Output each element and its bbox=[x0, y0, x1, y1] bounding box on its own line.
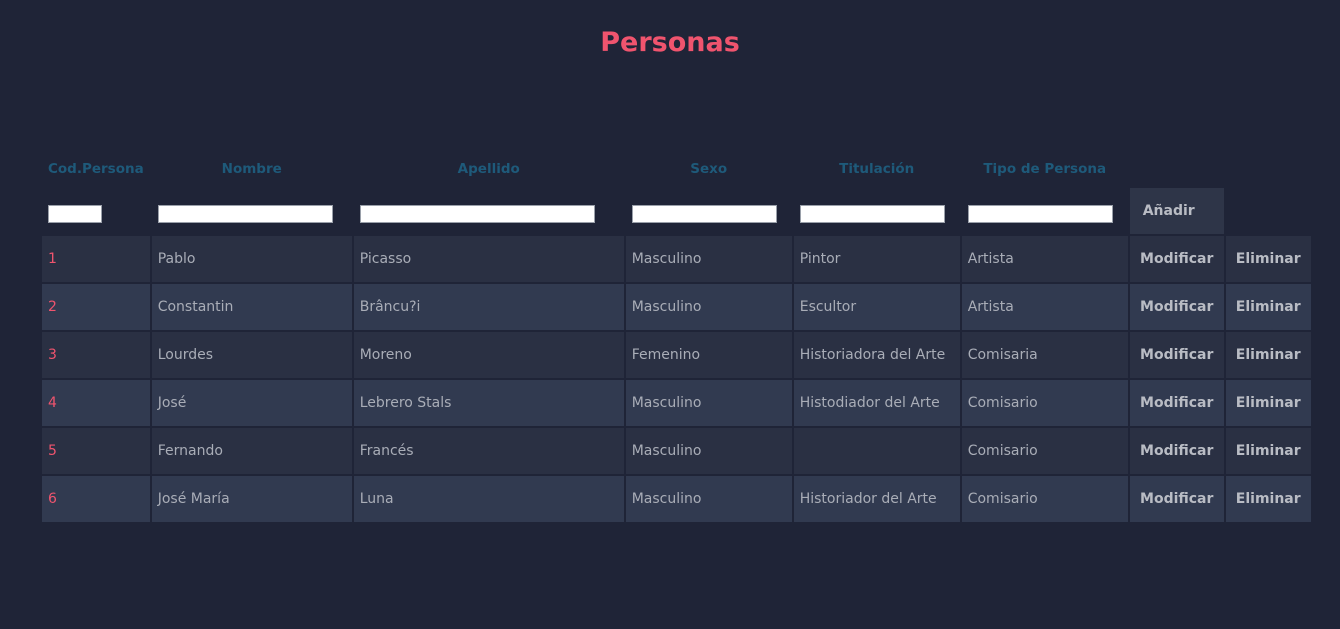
cell-sexo: Femenino bbox=[625, 332, 792, 378]
cell-sexo: Masculino bbox=[625, 428, 792, 474]
apellido-input-cell bbox=[354, 188, 624, 234]
cell-apellido: Moreno bbox=[353, 332, 624, 378]
cell-nombre: Pablo bbox=[151, 236, 352, 282]
nombre-input[interactable] bbox=[157, 205, 333, 223]
modify-button[interactable]: Modificar bbox=[1129, 428, 1224, 474]
cell-tipo: Comisario bbox=[961, 428, 1128, 474]
cell-apellido: Luna bbox=[353, 476, 624, 522]
cell-titulacion: Historiadora del Arte bbox=[793, 332, 960, 378]
cell-tipo: Comisario bbox=[961, 476, 1128, 522]
cell-cod: 1 bbox=[42, 236, 150, 282]
cell-tipo: Artista bbox=[961, 236, 1128, 282]
cell-titulacion bbox=[793, 428, 960, 474]
modify-button[interactable]: Modificar bbox=[1129, 380, 1224, 426]
cell-cod: 6 bbox=[42, 476, 150, 522]
cell-sexo: Masculino bbox=[625, 476, 792, 522]
cell-cod: 5 bbox=[42, 428, 150, 474]
modify-button[interactable]: Modificar bbox=[1129, 476, 1224, 522]
cell-titulacion: Pintor bbox=[793, 236, 960, 282]
delete-button[interactable]: Eliminar bbox=[1225, 332, 1311, 378]
delete-button[interactable]: Eliminar bbox=[1225, 380, 1311, 426]
titulacion-input-cell bbox=[794, 188, 960, 234]
cell-tipo: Comisario bbox=[961, 380, 1128, 426]
empty-input-cell bbox=[1226, 188, 1311, 234]
cell-cod: 4 bbox=[42, 380, 150, 426]
cell-nombre: José María bbox=[151, 476, 352, 522]
table-row: 3 Lourdes Moreno Femenino Historiadora d… bbox=[42, 332, 1311, 378]
cell-nombre: Fernando bbox=[151, 428, 352, 474]
tipo-persona-input[interactable] bbox=[967, 205, 1113, 223]
cell-sexo: Masculino bbox=[625, 236, 792, 282]
add-button-label: Añadir bbox=[1142, 203, 1195, 219]
delete-button[interactable]: Eliminar bbox=[1225, 236, 1311, 282]
cell-titulacion: Histodiador del Arte bbox=[793, 380, 960, 426]
cell-nombre: Lourdes bbox=[151, 332, 352, 378]
cell-cod: 2 bbox=[42, 284, 150, 330]
delete-button[interactable]: Eliminar bbox=[1225, 428, 1311, 474]
header-empty-2 bbox=[1226, 152, 1311, 186]
cell-apellido: Francés bbox=[353, 428, 624, 474]
apellido-input[interactable] bbox=[359, 205, 595, 223]
add-button[interactable]: Añadir bbox=[1129, 188, 1224, 234]
modify-button[interactable]: Modificar bbox=[1129, 284, 1224, 330]
header-tipo-persona: Tipo de Persona bbox=[983, 161, 1107, 177]
cell-apellido: Brâncu?i bbox=[353, 284, 624, 330]
header-nombre: Nombre bbox=[221, 161, 282, 177]
cod-input-cell bbox=[42, 188, 150, 234]
table-row: 5 Fernando Francés Masculino Comisario M… bbox=[42, 428, 1311, 474]
cell-nombre: Constantin bbox=[151, 284, 352, 330]
new-entry-row: Añadir bbox=[42, 188, 1311, 234]
cell-sexo: Masculino bbox=[625, 380, 792, 426]
cell-titulacion: Escultor bbox=[793, 284, 960, 330]
titulacion-input[interactable] bbox=[799, 205, 945, 223]
sexo-input-cell bbox=[626, 188, 792, 234]
table-row: 1 Pablo Picasso Masculino Pintor Artista… bbox=[42, 236, 1311, 282]
tipo-input-cell bbox=[962, 188, 1128, 234]
modify-button[interactable]: Modificar bbox=[1129, 332, 1224, 378]
personas-table: Cod.Persona Nombre Apellido Sexo Titulac… bbox=[40, 150, 1313, 524]
page-title: Personas bbox=[600, 27, 740, 58]
cell-sexo: Masculino bbox=[625, 284, 792, 330]
cell-nombre: José bbox=[151, 380, 352, 426]
table-row: 2 Constantin Brâncu?i Masculino Escultor… bbox=[42, 284, 1311, 330]
cell-tipo: Artista bbox=[961, 284, 1128, 330]
delete-button[interactable]: Eliminar bbox=[1225, 476, 1311, 522]
cell-cod: 3 bbox=[42, 332, 150, 378]
header-sexo: Sexo bbox=[690, 161, 728, 177]
header-titulacion: Titulación bbox=[839, 161, 915, 177]
cell-apellido: Lebrero Stals bbox=[353, 380, 624, 426]
header-empty-1 bbox=[1130, 152, 1224, 186]
nombre-input-cell bbox=[152, 188, 352, 234]
sexo-input[interactable] bbox=[631, 205, 777, 223]
header-cod-persona: Cod.Persona bbox=[48, 161, 144, 177]
cod-persona-input[interactable] bbox=[48, 205, 102, 223]
cell-titulacion: Historiador del Arte bbox=[793, 476, 960, 522]
modify-button[interactable]: Modificar bbox=[1129, 236, 1224, 282]
table-row: 4 José Lebrero Stals Masculino Histodiad… bbox=[42, 380, 1311, 426]
header-row: Cod.Persona Nombre Apellido Sexo Titulac… bbox=[42, 152, 1311, 186]
cell-apellido: Picasso bbox=[353, 236, 624, 282]
cell-tipo: Comisaria bbox=[961, 332, 1128, 378]
header-apellido: Apellido bbox=[457, 161, 520, 177]
table-row: 6 José María Luna Masculino Historiador … bbox=[42, 476, 1311, 522]
delete-button[interactable]: Eliminar bbox=[1225, 284, 1311, 330]
